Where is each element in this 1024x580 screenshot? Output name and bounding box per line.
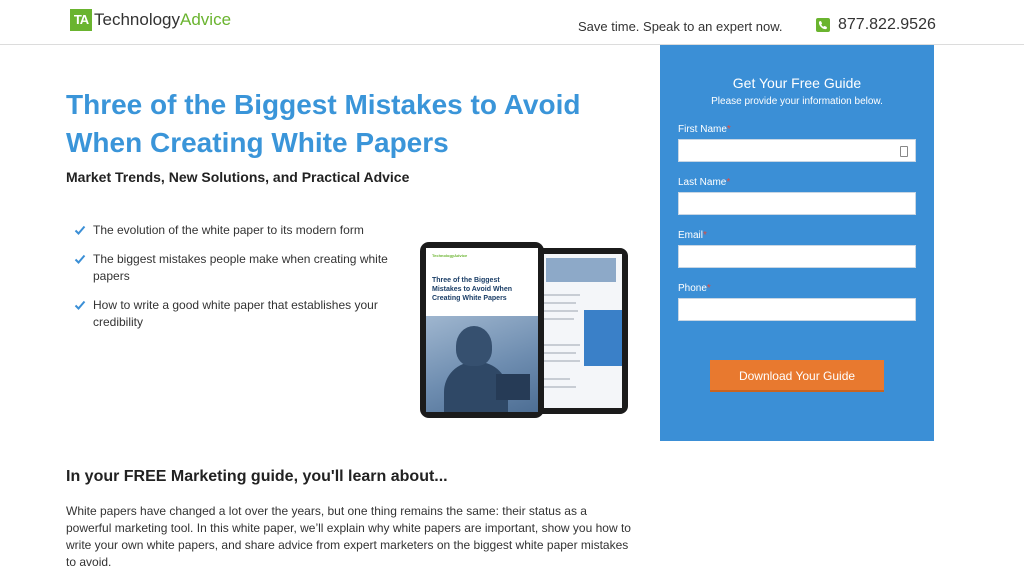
text-line	[540, 378, 570, 380]
tablet-back-sidebar	[584, 310, 622, 366]
photo-head	[456, 326, 492, 366]
form-title: Get Your Free Guide	[732, 75, 862, 91]
tablet-cover-title: Three of the Biggest Mistakes to Avoid W…	[432, 277, 512, 302]
email-field[interactable]	[678, 245, 916, 268]
logo-text-secondary: Advice	[180, 10, 232, 29]
lead-form: Get Your Free Guide Please provide your …	[660, 45, 934, 441]
page-title: Three of the Biggest Mistakes to Avoid W…	[66, 89, 581, 158]
benefit-text: How to write a good white paper that est…	[93, 298, 378, 329]
tablet-back-photo	[546, 258, 616, 282]
benefit-item: The evolution of the white paper to its …	[74, 222, 404, 239]
check-icon	[74, 254, 86, 264]
learn-heading: In your FREE Marketing guide, you'll lea…	[66, 468, 448, 485]
text-line	[540, 386, 576, 388]
text-line	[540, 294, 580, 296]
logo-text-primary: Technology	[94, 10, 181, 29]
download-guide-button[interactable]: Download Your Guide	[710, 360, 884, 392]
learn-body-text: White papers have changed a lot over the…	[66, 504, 631, 569]
email-label: Email*	[678, 230, 707, 241]
logo-mark-icon: TA	[70, 9, 92, 31]
photo-laptop	[496, 374, 530, 400]
text-line	[540, 344, 580, 346]
autofill-contact-icon[interactable]	[900, 146, 908, 157]
site-header: TA TechnologyAdvice Save time. Speak to …	[0, 0, 1024, 45]
benefit-text: The biggest mistakes people make when cr…	[93, 252, 388, 283]
text-line	[540, 310, 578, 312]
tablet-back-screen	[534, 254, 622, 408]
form-subtitle: Please provide your information below.	[711, 96, 883, 107]
phone-icon	[816, 18, 830, 32]
tablet-front-screen: TechnologyAdvice Three of the Biggest Mi…	[426, 248, 538, 412]
phone-label: Phone*	[678, 283, 711, 294]
check-icon	[74, 225, 86, 235]
phone-number-link[interactable]: 877.822.9526	[838, 16, 936, 34]
last-name-field[interactable]	[678, 192, 916, 215]
header-tagline: Save time. Speak to an expert now.	[578, 19, 783, 34]
first-name-field[interactable]	[678, 139, 916, 162]
last-name-label: Last Name*	[678, 177, 731, 188]
benefit-item: How to write a good white paper that est…	[74, 297, 404, 331]
technologyadvice-logo[interactable]: TA TechnologyAdvice	[70, 9, 231, 31]
benefit-list: The evolution of the white paper to its …	[74, 222, 404, 343]
text-line	[540, 360, 580, 362]
page-subtitle: Market Trends, New Solutions, and Practi…	[66, 169, 410, 185]
phone-field[interactable]	[678, 298, 916, 321]
first-name-label: First Name*	[678, 124, 731, 135]
tablet-front: TechnologyAdvice Three of the Biggest Mi…	[420, 242, 544, 418]
logo-text: TechnologyAdvice	[94, 10, 231, 30]
guide-tablet-image: TechnologyAdvice Three of the Biggest Mi…	[420, 242, 632, 418]
tablet-cover-photo	[426, 316, 538, 412]
benefit-text: The evolution of the white paper to its …	[93, 223, 364, 237]
text-line	[540, 302, 576, 304]
check-icon	[74, 300, 86, 310]
text-line	[540, 318, 574, 320]
text-line	[540, 352, 576, 354]
benefit-item: The biggest mistakes people make when cr…	[74, 251, 404, 285]
tablet-logo: TechnologyAdvice	[432, 253, 468, 258]
